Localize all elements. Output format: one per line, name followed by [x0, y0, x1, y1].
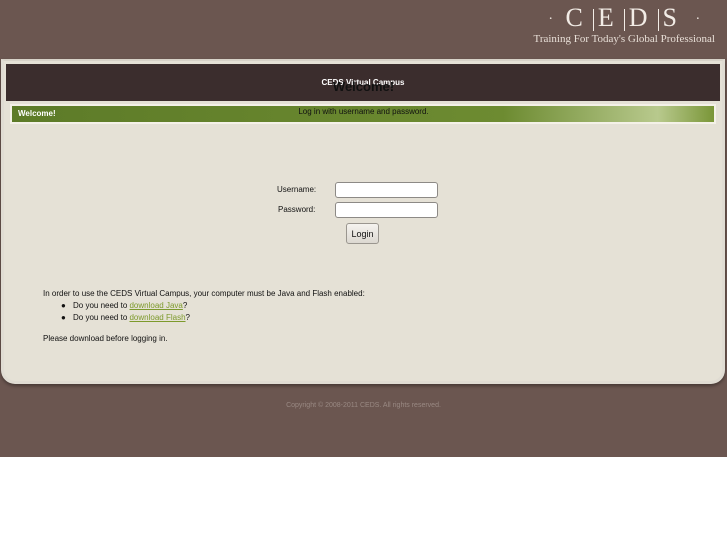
list-item-suffix: ?: [185, 313, 190, 322]
bullet-icon: ●: [61, 301, 66, 310]
list-item-java: Do you need to download Java?: [73, 301, 187, 310]
logo-letter-c: C: [565, 3, 589, 32]
list-item-flash: Do you need to download Flash?: [73, 313, 190, 322]
username-label: Username:: [277, 185, 317, 194]
logo-dot-right: ·: [695, 12, 701, 28]
password-label: Password:: [278, 205, 316, 214]
username-input[interactable]: [335, 182, 438, 198]
logo-letter-s: S: [662, 3, 683, 32]
login-heading: Welcome!: [332, 79, 395, 94]
login-instructions: Log in with username and password.: [298, 107, 429, 116]
logo-letter-d: D: [628, 3, 654, 32]
copyright-text: Copyright © 2008-2011 CEDS. All rights r…: [286, 402, 441, 409]
requirements-outro: Please download before logging in.: [43, 334, 168, 343]
list-item-text: Do you need to: [73, 313, 130, 322]
logo-divider: [657, 9, 659, 32]
list-item-suffix: ?: [182, 301, 188, 310]
logo-tagline: Training For Today's Global Professional: [533, 33, 716, 46]
list-item-text: Do you need to: [73, 301, 130, 310]
download-java-link[interactable]: download Java: [129, 301, 182, 310]
logo-dot-left: ·: [548, 12, 553, 28]
bullet-icon: ●: [61, 313, 66, 322]
logo-letter-e: E: [597, 3, 620, 32]
login-button[interactable]: Login: [346, 223, 379, 244]
logo-divider: [592, 9, 594, 32]
logo-divider: [623, 9, 625, 32]
logo-wordmark: · CEDS ·: [534, 4, 716, 34]
requirements-intro: In order to use the CEDS Virtual Campus,…: [43, 289, 365, 298]
download-flash-link[interactable]: download Flash: [129, 313, 185, 322]
password-input[interactable]: [335, 202, 438, 218]
ceds-logo: · CEDS · Training For Today's Global Pro…: [533, 4, 716, 46]
